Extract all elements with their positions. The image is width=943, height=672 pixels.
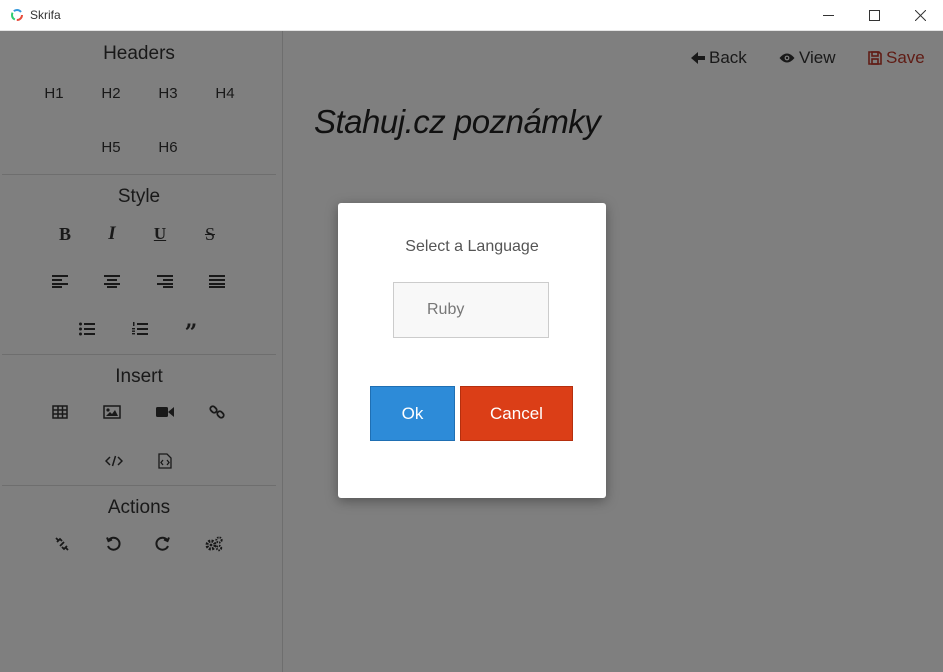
- language-input[interactable]: [393, 282, 549, 338]
- maximize-button[interactable]: [851, 0, 897, 30]
- ok-button[interactable]: Ok: [370, 386, 455, 441]
- close-icon: [914, 9, 926, 21]
- app-logo-icon: [11, 9, 23, 21]
- language-dialog: Select a Language Ok Cancel: [338, 203, 606, 498]
- cancel-button[interactable]: Cancel: [460, 386, 573, 441]
- close-button[interactable]: [897, 0, 943, 30]
- minimize-icon: [822, 14, 834, 16]
- maximize-icon: [868, 9, 880, 21]
- dialog-title: Select a Language: [405, 238, 539, 255]
- title-bar: Skrifa: [0, 0, 943, 31]
- minimize-button[interactable]: [805, 0, 851, 30]
- window-title: Skrifa: [30, 8, 61, 22]
